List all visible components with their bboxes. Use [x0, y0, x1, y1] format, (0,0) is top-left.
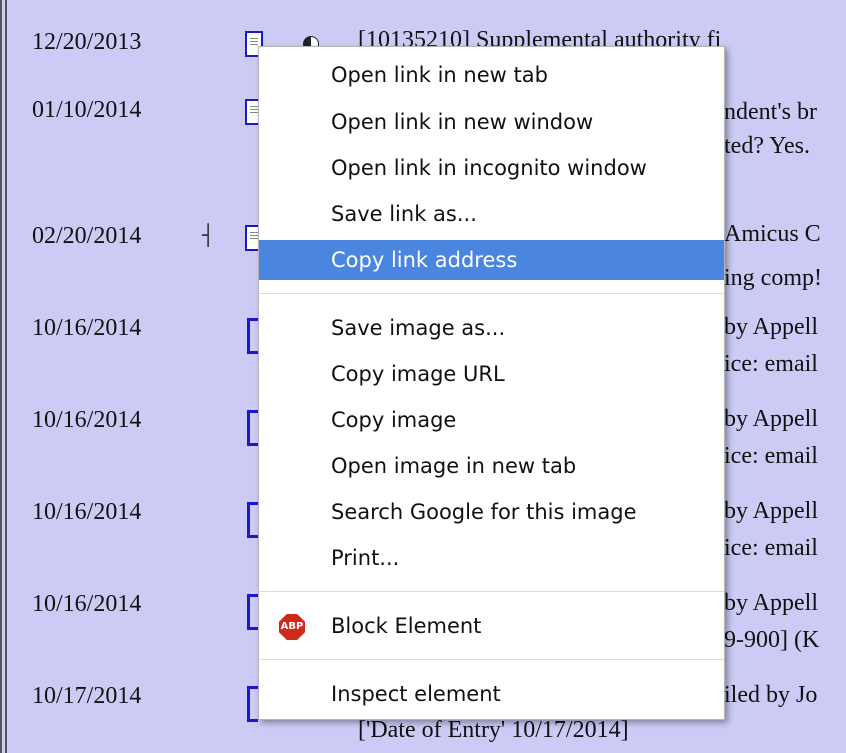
menu-separator — [259, 293, 724, 294]
document-link-icon[interactable] — [247, 594, 258, 630]
menu-separator — [259, 591, 724, 592]
menu-item-open-image-new-tab[interactable]: Open image in new tab — [259, 446, 724, 486]
entry-text: ndent's br — [724, 99, 817, 125]
entry-date: 10/16/2014 — [32, 315, 142, 341]
entry-text: iled by Jo — [724, 682, 818, 708]
menu-item-label: Block Element — [331, 614, 482, 638]
menu-item-copy-link-address[interactable]: Copy link address — [259, 240, 724, 280]
menu-item-copy-image[interactable]: Copy image — [259, 400, 724, 440]
abp-icon: ABP — [279, 614, 305, 640]
menu-separator — [259, 659, 724, 660]
menu-item-copy-image-url[interactable]: Copy image URL — [259, 354, 724, 394]
context-menu: Open link in new tab Open link in new wi… — [258, 46, 725, 720]
entry-text: Amicus C — [724, 221, 821, 247]
entry-date: 01/10/2014 — [32, 97, 142, 123]
menu-item-print[interactable]: Print... — [259, 538, 724, 578]
split-document-icon[interactable]: ┤ — [202, 224, 224, 246]
entry-date: 10/16/2014 — [32, 407, 142, 433]
menu-item-save-image-as[interactable]: Save image as... — [259, 308, 724, 348]
menu-item-open-link-new-tab[interactable]: Open link in new tab — [259, 55, 724, 95]
entry-text: ice: email — [724, 443, 818, 469]
document-link-icon[interactable] — [247, 318, 258, 354]
entry-text: ing comp! — [724, 265, 822, 291]
entry-date: 12/20/2013 — [32, 29, 142, 55]
menu-item-block-element[interactable]: ABP Block Element — [259, 606, 724, 646]
menu-item-inspect-element[interactable]: Inspect element — [259, 674, 724, 714]
entry-text: 9-900] (K — [724, 627, 820, 653]
menu-item-save-link-as[interactable]: Save link as... — [259, 194, 724, 234]
menu-item-open-link-new-window[interactable]: Open link in new window — [259, 102, 724, 142]
menu-item-open-link-incognito[interactable]: Open link in incognito window — [259, 148, 724, 188]
entry-text: by Appell — [724, 590, 818, 616]
menu-item-search-google-image[interactable]: Search Google for this image — [259, 492, 724, 532]
entry-text: by Appell — [724, 498, 818, 524]
entry-text: by Appell — [724, 314, 818, 340]
entry-date: 10/16/2014 — [32, 591, 142, 617]
entry-text: ice: email — [724, 535, 818, 561]
entry-text: ted? Yes. — [724, 133, 811, 159]
entry-date: 02/20/2014 — [32, 223, 142, 249]
document-link-icon[interactable] — [247, 410, 258, 446]
entry-text: by Appell — [724, 406, 818, 432]
entry-text: ice: email — [724, 351, 818, 377]
document-link-icon[interactable] — [247, 686, 258, 722]
document-link-icon[interactable] — [247, 502, 258, 538]
entry-date: 10/17/2014 — [32, 683, 142, 709]
entry-date: 10/16/2014 — [32, 499, 142, 525]
